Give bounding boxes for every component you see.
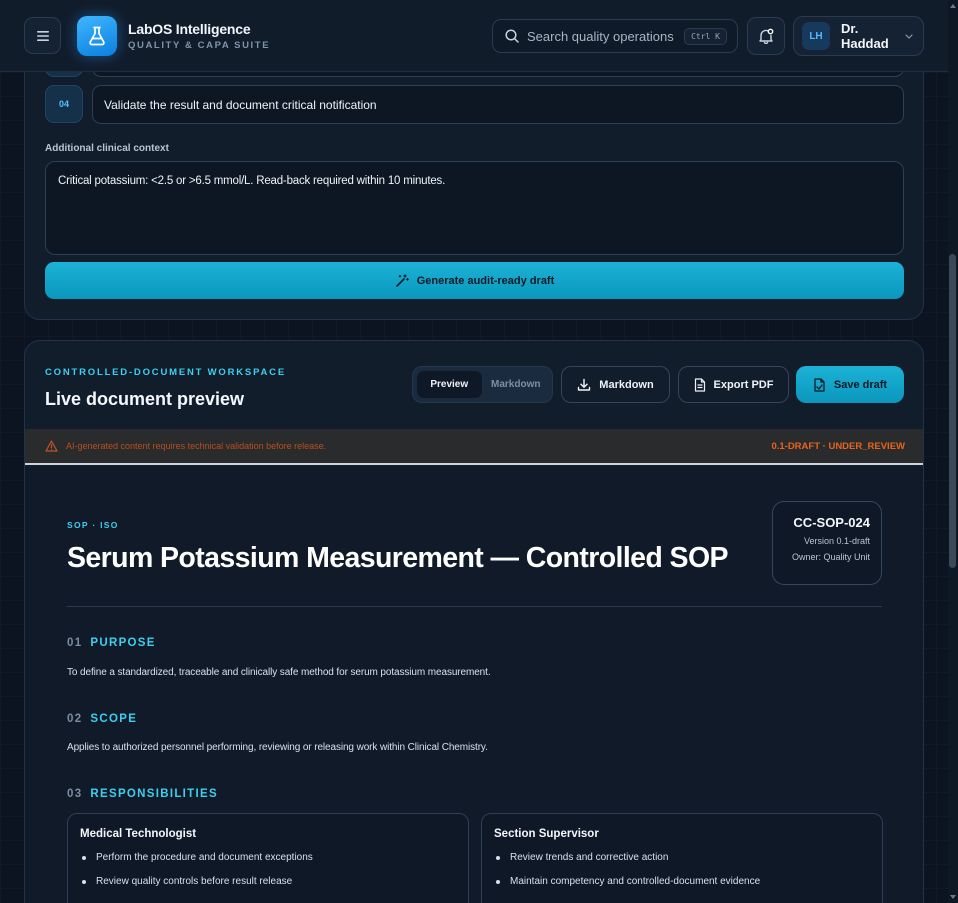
user-name: Dr. Haddad <box>841 21 889 51</box>
tab-preview[interactable]: Preview <box>417 371 482 398</box>
menu-button[interactable] <box>24 17 61 54</box>
app-logo[interactable] <box>77 16 117 56</box>
context-textarea[interactable]: Critical potassium: <2.5 or >6.5 mmol/L.… <box>45 161 904 255</box>
top-bar: LabOS Intelligence QUALITY & CAPA SUITE … <box>0 0 948 72</box>
view-toggle: Preview Markdown <box>412 366 553 403</box>
responsibility-card: Section Supervisor Review trends and cor… <box>481 813 883 903</box>
section-heading: 01 PURPOSE <box>67 637 156 649</box>
section-body: To define a standardized, traceable and … <box>67 667 491 678</box>
download-icon <box>578 378 591 391</box>
save-file-icon <box>814 377 825 392</box>
section-heading: 03 RESPONSIBILITIES <box>67 788 218 800</box>
search-shortcut: Ctrl K <box>684 27 727 45</box>
divider <box>67 606 882 607</box>
duty-list: Review trends and corrective action Main… <box>494 852 870 887</box>
search-placeholder: Search quality operations <box>527 28 674 44</box>
section-title: RESPONSIBILITIES <box>90 788 218 800</box>
document-icon <box>694 377 705 392</box>
warning-text: AI-generated content requires technical … <box>66 441 327 451</box>
magic-wand-icon <box>395 273 409 287</box>
step-input[interactable]: Validate the result and document critica… <box>92 85 904 124</box>
section-body: Applies to authorized personnel performi… <box>67 742 488 753</box>
list-item: Review quality controls before result re… <box>80 876 456 887</box>
list-item: Maintain competency and controlled-docum… <box>494 876 870 887</box>
generate-draft-button[interactable]: Generate audit-ready draft <box>45 262 904 299</box>
chevron-down-icon <box>905 33 913 39</box>
document-title: Serum Potassium Measurement — Controlled… <box>67 542 729 574</box>
validation-warning-banner: AI-generated content requires technical … <box>25 429 923 465</box>
document-meta-card: CC-SOP-024 Version 0.1-draft Owner: Qual… <box>772 501 882 585</box>
document-type-tag: SOP · ISO <box>67 520 119 530</box>
scroll-up-arrow-icon[interactable] <box>950 4 956 8</box>
download-markdown-label: Markdown <box>599 378 654 391</box>
bell-icon <box>759 28 774 44</box>
notifications-button[interactable] <box>747 17 785 55</box>
document-workspace: CONTROLLED-DOCUMENT WORKSPACE Live docum… <box>24 340 924 903</box>
avatar: LH <box>802 22 830 50</box>
section-number: 02 <box>67 713 83 725</box>
tab-markdown[interactable]: Markdown <box>484 371 549 398</box>
generate-draft-label: Generate audit-ready draft <box>416 274 555 287</box>
page-scrollbar-thumb[interactable] <box>949 254 956 568</box>
export-pdf-button[interactable]: Export PDF <box>678 366 789 403</box>
download-markdown-button[interactable]: Markdown <box>561 366 670 403</box>
user-menu-button[interactable]: LH Dr. Haddad <box>793 16 924 56</box>
list-item: Perform the procedure and document excep… <box>80 852 456 863</box>
document-owner: Owner: Quality Unit <box>791 552 870 562</box>
app-suite-label: QUALITY & CAPA SUITE <box>128 40 271 51</box>
section-number: 01 <box>67 637 83 649</box>
flask-icon <box>89 26 105 46</box>
document-preview: SOP · ISO Serum Potassium Measurement — … <box>25 467 923 903</box>
hamburger-icon <box>36 30 49 41</box>
warning-triangle-icon <box>45 440 58 452</box>
app-name: LabOS Intelligence <box>128 21 251 37</box>
search-icon <box>505 29 519 43</box>
search-box[interactable]: Search quality operations Ctrl K <box>492 19 738 53</box>
export-pdf-label: Export PDF <box>713 378 774 391</box>
step-number-badge: 04 <box>45 85 83 123</box>
section-title: SCOPE <box>90 713 138 725</box>
responsibility-card: Medical Technologist Perform the procedu… <box>67 813 469 903</box>
scroll-down-arrow-icon[interactable] <box>950 895 956 899</box>
role-title: Section Supervisor <box>494 828 599 840</box>
save-draft-button[interactable]: Save draft <box>796 366 904 403</box>
workspace-title: Live document preview <box>45 389 245 409</box>
list-item: Review trends and corrective action <box>494 852 870 863</box>
status-badge: 0.1-DRAFT · UNDER_REVIEW <box>771 440 905 452</box>
document-version: Version 0.1-draft <box>803 536 870 546</box>
workspace-eyebrow: CONTROLLED-DOCUMENT WORKSPACE <box>45 367 286 378</box>
section-title: PURPOSE <box>90 637 156 649</box>
section-heading: 02 SCOPE <box>67 713 137 725</box>
document-id: CC-SOP-024 <box>793 515 870 530</box>
save-draft-label: Save draft <box>833 378 888 391</box>
context-label: Additional clinical context <box>45 143 169 154</box>
duty-list: Perform the procedure and document excep… <box>80 852 456 887</box>
role-title: Medical Technologist <box>80 828 197 840</box>
section-number: 03 <box>67 788 83 800</box>
